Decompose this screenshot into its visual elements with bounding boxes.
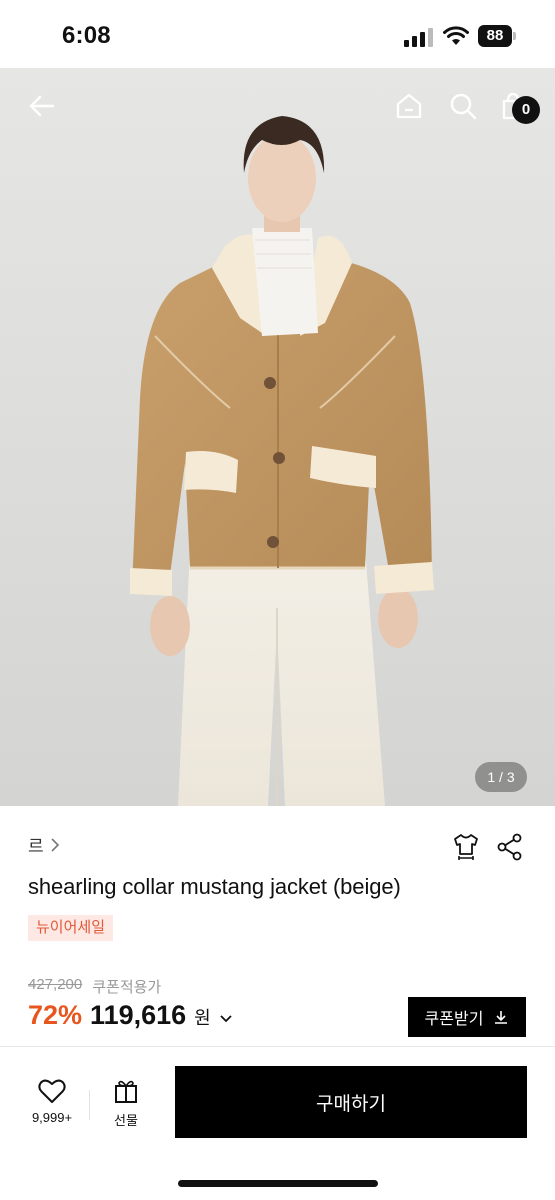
- buy-button[interactable]: 구매하기: [175, 1066, 527, 1138]
- buy-button-label: 구매하기: [316, 1093, 386, 1115]
- like-button[interactable]: 9,999+: [26, 1078, 78, 1125]
- original-price: 427,200: [28, 976, 83, 993]
- divider: [0, 1046, 555, 1047]
- wifi-icon: [443, 26, 469, 45]
- share-icon: [497, 833, 522, 861]
- get-coupon-button[interactable]: 쿠폰받기: [408, 997, 526, 1037]
- sale-price: 119,616: [90, 1000, 187, 1030]
- tshirt-icon: [454, 834, 478, 860]
- status-time: 6:08: [62, 22, 111, 49]
- status-bar: 6:08 88: [0, 0, 555, 68]
- chevron-right-icon: [51, 837, 59, 852]
- battery-icon: 88: [478, 25, 516, 47]
- cart-count-badge: 0: [512, 96, 540, 124]
- home-button[interactable]: [389, 86, 429, 126]
- brand-link[interactable]: 르: [28, 832, 60, 857]
- share-button[interactable]: [493, 830, 527, 864]
- download-icon: [495, 1011, 508, 1024]
- home-icon: [396, 93, 422, 119]
- product-photo: [130, 116, 434, 806]
- product-title: shearling collar mustang jacket (beige): [28, 874, 401, 899]
- heart-icon: [38, 1079, 66, 1103]
- coupon-button-label: 쿠폰받기: [424, 1011, 484, 1028]
- gift-label: 선물: [114, 1113, 138, 1128]
- battery-level: 88: [478, 25, 512, 47]
- chevron-down-icon[interactable]: [219, 1014, 233, 1024]
- cellular-signal-icon: [404, 28, 433, 47]
- currency-label: 원: [194, 1008, 211, 1028]
- discount-rate: 72%: [28, 1000, 83, 1030]
- search-icon: [450, 93, 477, 120]
- gift-button[interactable]: 선물: [106, 1078, 146, 1129]
- product-image-carousel[interactable]: [0, 68, 555, 806]
- separator: [89, 1090, 90, 1120]
- coupon-price-label: 쿠폰적용가: [92, 979, 162, 996]
- size-guide-button[interactable]: [449, 830, 483, 864]
- image-page-indicator: 1 / 3: [475, 762, 527, 792]
- search-button[interactable]: [443, 86, 483, 126]
- brand-name: 르: [28, 837, 44, 856]
- like-count: 9,999+: [31, 1110, 73, 1125]
- sale-tag: 뉴이어세일: [28, 915, 114, 941]
- back-arrow-icon: [29, 95, 55, 117]
- home-indicator: [178, 1180, 378, 1187]
- gift-icon: [115, 1080, 137, 1103]
- back-button[interactable]: [22, 86, 62, 126]
- price-row[interactable]: 72% 119,616 원: [28, 1000, 233, 1031]
- price-info: 427,200 쿠폰적용가: [28, 976, 161, 997]
